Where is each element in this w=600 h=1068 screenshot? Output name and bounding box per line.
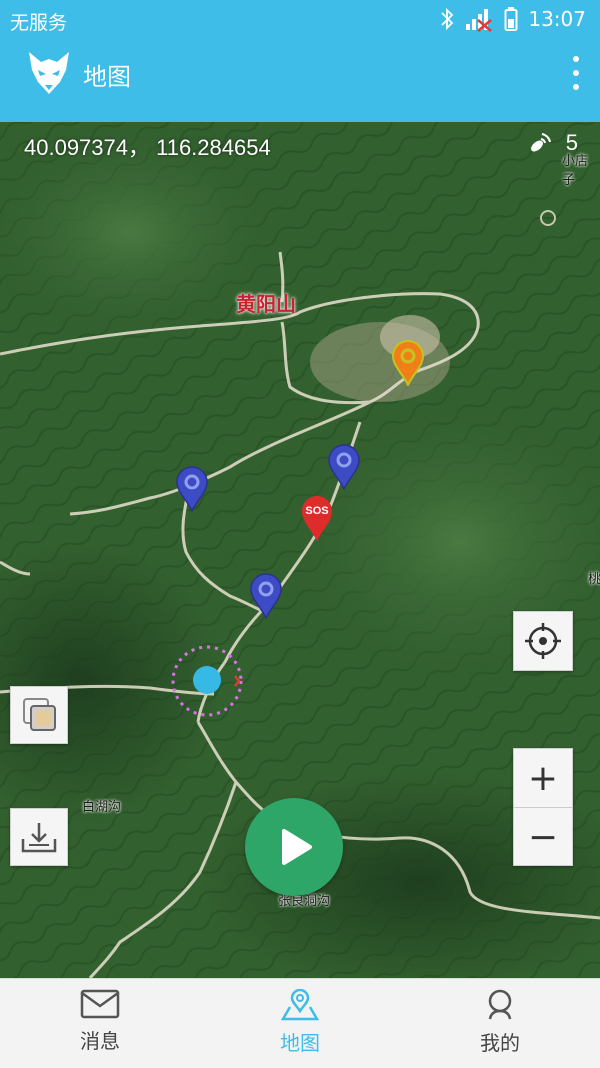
bluetooth-icon (441, 7, 454, 31)
offline-download-button[interactable] (10, 808, 68, 866)
mail-icon (80, 989, 120, 1019)
tab-profile[interactable]: 我的 (400, 979, 600, 1068)
zoom-in-button[interactable]: + (514, 749, 572, 807)
locate-me-button[interactable] (513, 611, 573, 671)
tab-messages[interactable]: 消息 (0, 979, 200, 1068)
map-label-village: 白湖沟 (82, 800, 122, 815)
orange-marker[interactable] (391, 340, 425, 386)
map-pin-icon (280, 989, 320, 1021)
blue-marker[interactable] (249, 573, 283, 619)
zoom-out-button[interactable]: − (514, 807, 572, 866)
map-layers-button[interactable] (10, 686, 68, 744)
blue-marker[interactable] (175, 466, 209, 512)
map-label-mountain: 黄阳山 (236, 292, 296, 316)
app-bar: 地图 (0, 40, 600, 122)
tab-map[interactable]: 地图 (200, 979, 400, 1068)
wolf-logo-icon (29, 52, 69, 94)
battery-icon (504, 7, 518, 31)
sos-pin-icon (302, 496, 332, 541)
more-menu-button[interactable] (566, 56, 586, 90)
blue-marker[interactable] (327, 444, 361, 490)
bottom-tab-bar: 消息 地图 我的 (0, 978, 600, 1068)
status-bar: 无服务 13:07 (0, 0, 600, 40)
user-icon (488, 989, 512, 1020)
start-tracking-button[interactable] (245, 798, 343, 896)
page-title: 地图 (83, 63, 131, 91)
map-label-village: 桃 (588, 572, 600, 587)
current-location-marker (171, 645, 243, 717)
satellite-icon (530, 133, 551, 152)
sos-label: SOS (305, 505, 329, 517)
more-vertical-icon (573, 56, 579, 62)
download-icon (21, 823, 57, 853)
map-label-village: 小店子 (562, 154, 589, 188)
coordinates-readout: 40.097374， 116.284654 (24, 135, 271, 160)
map-view[interactable]: 40.097374， 116.284654 5 黄阳山 小店子 白湖沟 张良洞沟… (0, 122, 600, 978)
play-icon (282, 829, 312, 865)
layers-icon (23, 698, 56, 731)
clock-text: 13:07 (528, 7, 586, 31)
tab-label: 地图 (280, 1031, 320, 1055)
tab-label: 消息 (80, 1029, 120, 1053)
carrier-text: 无服务 (10, 12, 68, 34)
tab-label: 我的 (480, 1031, 520, 1055)
status-icons: 13:07 (440, 6, 586, 32)
zoom-control: + − (513, 748, 573, 866)
crosshair-icon (525, 623, 561, 659)
sos-marker[interactable]: SOS (300, 494, 334, 542)
no-signal-icon (466, 9, 493, 32)
